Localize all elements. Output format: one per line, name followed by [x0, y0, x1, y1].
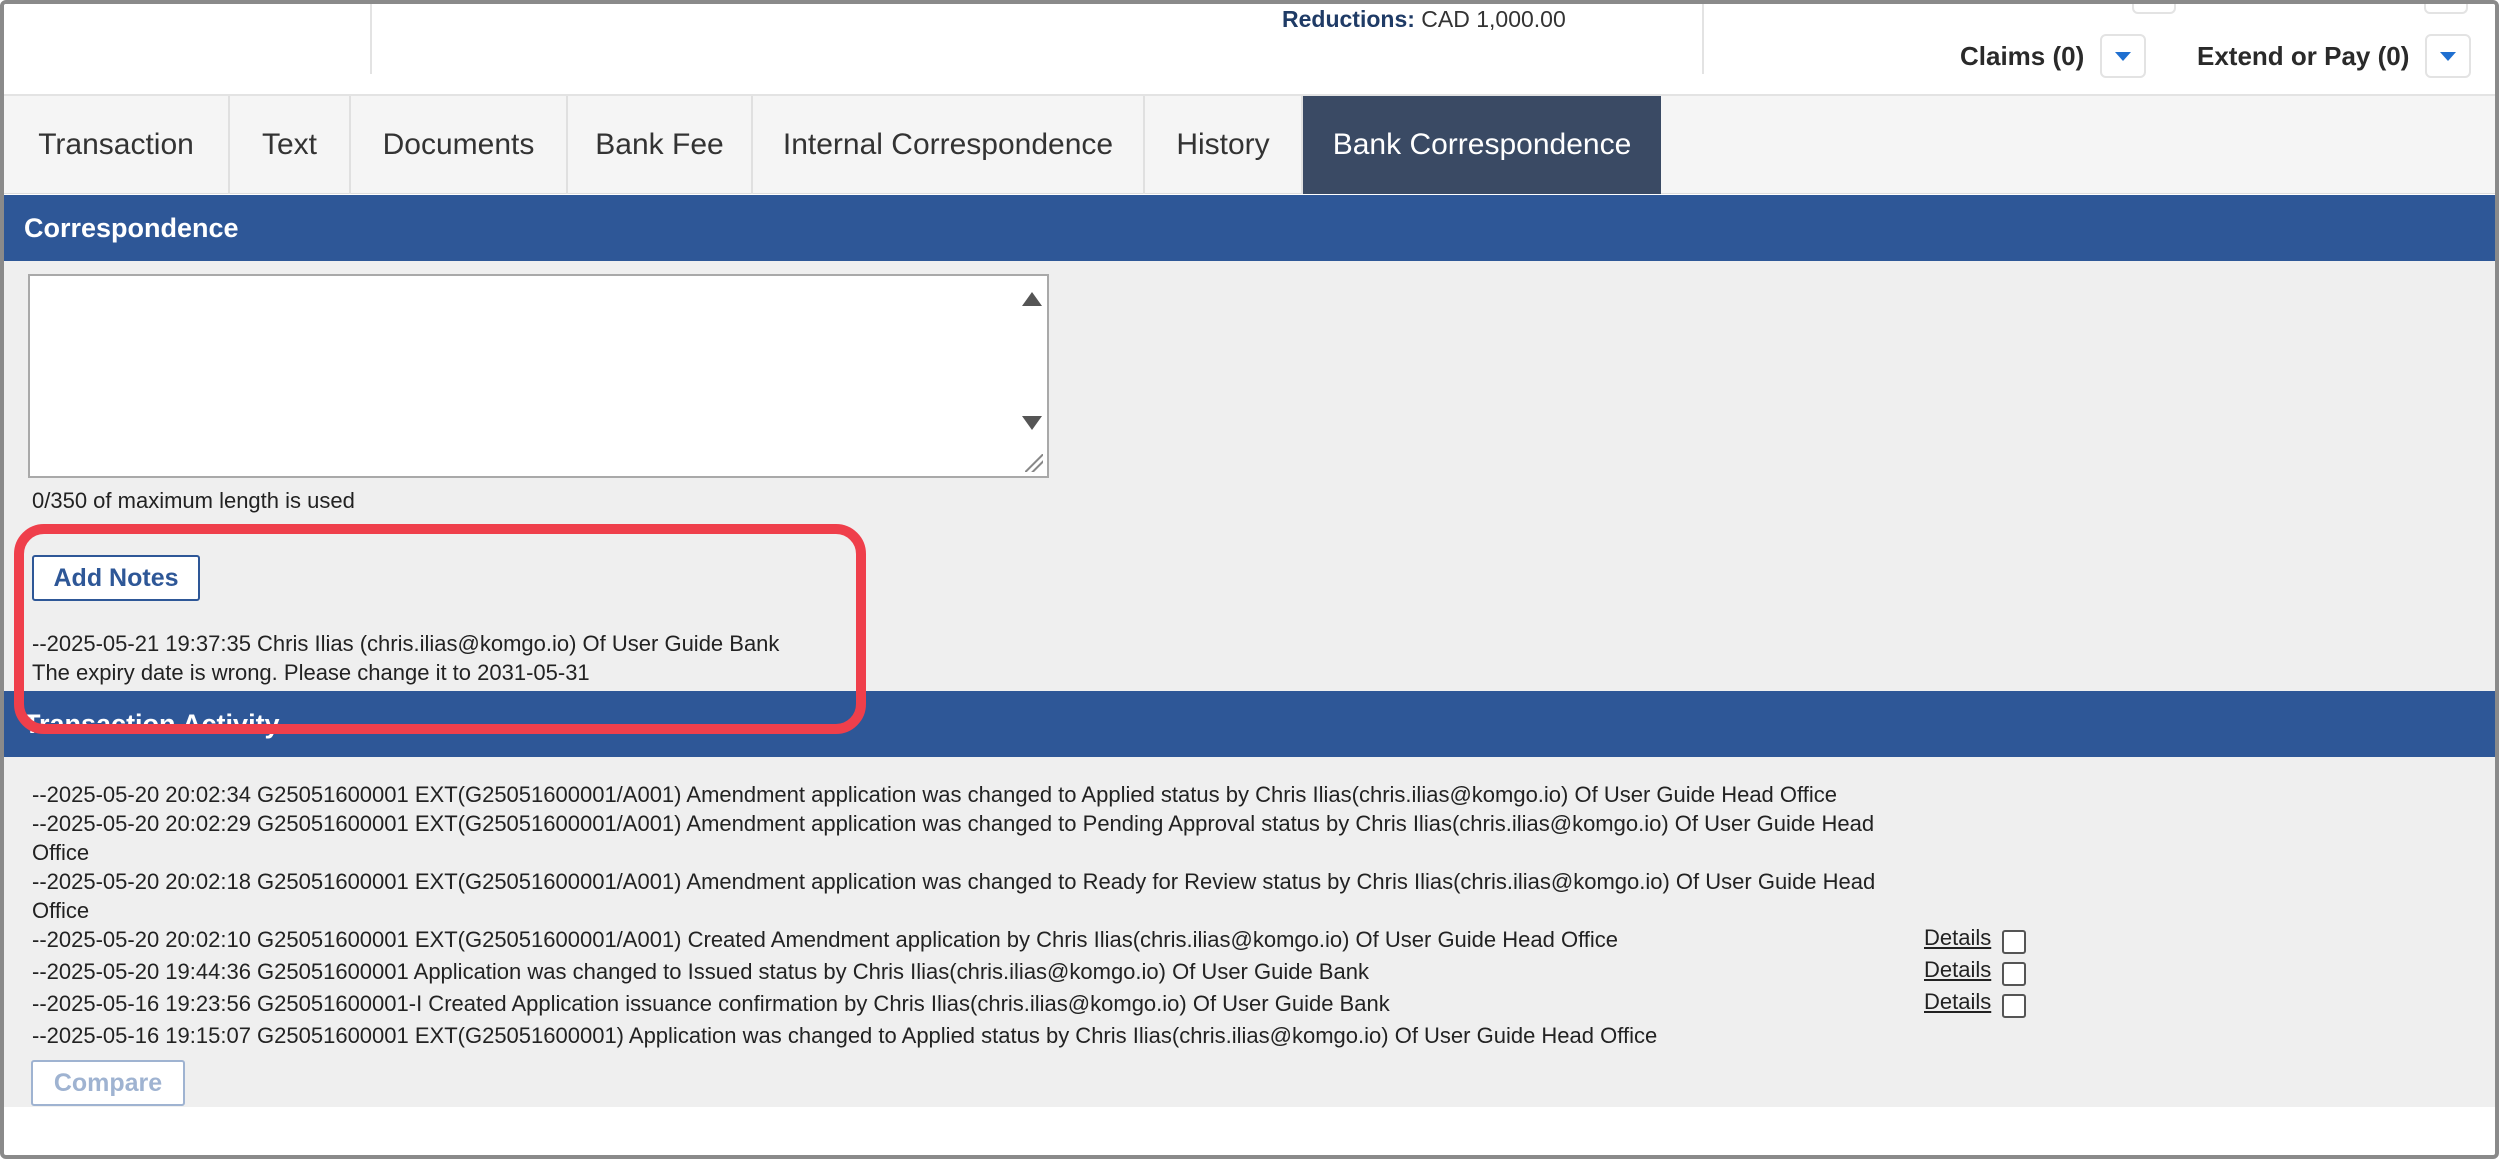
compare-checkbox[interactable]: [2002, 962, 2026, 986]
header-button-stub[interactable]: [2424, 4, 2468, 14]
activity-entry: --2025-05-20 20:02:34 G25051600001 EXT(G…: [32, 782, 1837, 807]
resize-handle-icon[interactable]: [1025, 454, 1043, 472]
details-link[interactable]: Details: [1924, 925, 1991, 951]
activity-entry: --2025-05-20 20:02:18 G25051600001 EXT(G…: [32, 869, 1876, 923]
correspondence-section-header: Correspondence: [4, 195, 2495, 261]
reductions-summary: Reductions: CAD 1,000.00: [1282, 6, 1566, 33]
compare-checkbox[interactable]: [2002, 994, 2026, 1018]
extend-or-pay-label: Extend or Pay (0): [2197, 40, 2410, 71]
claims-action: Claims (0): [1960, 34, 2147, 78]
correspondence-input[interactable]: [30, 276, 1015, 476]
activity-entry: --2025-05-20 19:44:36 G25051600001 Appli…: [32, 959, 1369, 984]
tab-documents[interactable]: Documents: [351, 96, 568, 194]
activity-entry: --2025-05-16 19:15:07 G25051600001 EXT(G…: [32, 1023, 1658, 1048]
details-link[interactable]: Details: [1924, 957, 1991, 983]
app-window: Reductions: CAD 1,000.00 Claims (0) Exte…: [0, 0, 2499, 1159]
compare-button[interactable]: Compare: [31, 1060, 185, 1106]
claims-dropdown-button[interactable]: [2100, 34, 2147, 78]
tab-bank-correspondence[interactable]: Bank Correspondence: [1303, 96, 1661, 194]
claims-label: Claims (0): [1960, 40, 2085, 71]
correspondence-textarea-box: [28, 274, 1049, 478]
tab-internal-correspondence[interactable]: Internal Correspondence: [753, 96, 1145, 194]
textarea-scrollbar[interactable]: [1013, 276, 1047, 476]
extend-or-pay-dropdown-button[interactable]: [2425, 34, 2472, 78]
tab-history[interactable]: History: [1145, 96, 1303, 194]
tab-text[interactable]: Text: [230, 96, 351, 194]
correspondence-title: Correspondence: [24, 212, 239, 243]
chevron-down-icon: [2115, 51, 2132, 61]
chevron-down-icon: [2440, 51, 2457, 61]
activity-entry: --2025-05-16 19:23:56 G25051600001-I Cre…: [32, 991, 1390, 1016]
transaction-activity-section-header: Transaction Activity: [4, 691, 2495, 757]
header-divider: [1702, 4, 1704, 74]
compare-checkbox[interactable]: [2002, 930, 2026, 954]
reductions-label: Reductions:: [1282, 6, 1415, 32]
extend-or-pay-action: Extend or Pay (0): [2197, 34, 2472, 78]
tab-transaction[interactable]: Transaction: [4, 96, 230, 194]
activity-entry: --2025-05-20 20:02:29 G25051600001 EXT(G…: [32, 811, 1875, 865]
note-header: --2025-05-21 19:37:35 Chris Ilias (chris…: [32, 631, 780, 656]
activity-entry: --2025-05-20 20:02:10 G25051600001 EXT(G…: [32, 927, 1619, 952]
character-counter: 0/350 of maximum length is used: [32, 488, 355, 513]
details-link[interactable]: Details: [1924, 989, 1991, 1015]
reductions-value: CAD 1,000.00: [1421, 6, 1566, 32]
header-divider: [370, 4, 372, 74]
scroll-down-icon[interactable]: [1022, 416, 1042, 430]
tab-bank-fee[interactable]: Bank Fee: [568, 96, 753, 194]
add-notes-button[interactable]: Add Notes: [32, 555, 200, 601]
transaction-activity-title: Transaction Activity: [24, 708, 280, 739]
tab-bar: Transaction Text Documents Bank Fee Inte…: [4, 96, 2495, 194]
header-button-stub[interactable]: [2132, 4, 2176, 14]
summary-header: Reductions: CAD 1,000.00 Claims (0) Exte…: [4, 4, 2495, 96]
scroll-up-icon[interactable]: [1022, 292, 1042, 306]
note-text: The expiry date is wrong. Please change …: [32, 660, 590, 685]
